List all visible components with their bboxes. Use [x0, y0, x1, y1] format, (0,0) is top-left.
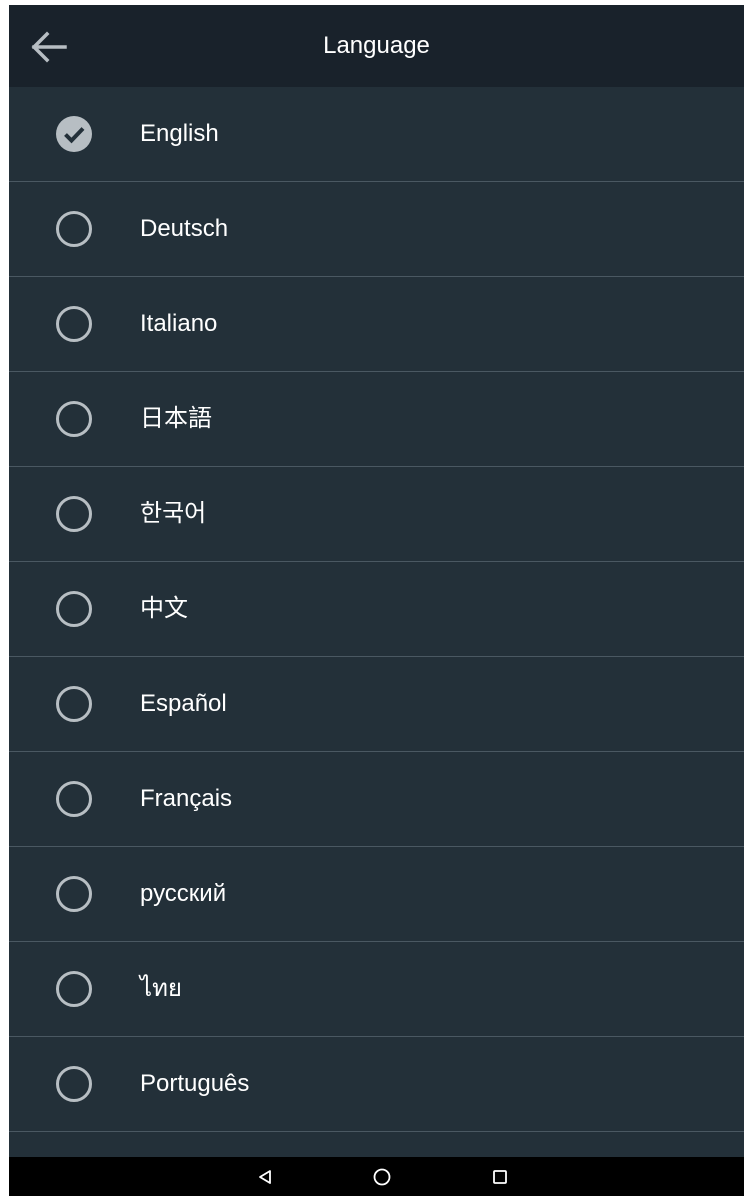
language-option[interactable]: 日本語	[9, 372, 744, 467]
radio-unchecked-icon	[55, 495, 93, 533]
system-nav-bar	[9, 1157, 744, 1196]
language-label: ไทย	[140, 975, 182, 1002]
radio-unchecked-icon	[55, 400, 93, 438]
language-option[interactable]: русский	[9, 847, 744, 942]
language-label: English	[140, 120, 219, 147]
radio-unchecked-icon	[55, 875, 93, 913]
radio-unchecked-icon	[55, 970, 93, 1008]
language-option[interactable]: Português	[9, 1037, 744, 1132]
nav-recents-button[interactable]	[483, 1161, 517, 1192]
language-label: Français	[140, 785, 233, 812]
circle-home-icon	[373, 1168, 391, 1186]
language-option[interactable]: 한국어	[9, 467, 744, 562]
triangle-back-icon	[257, 1169, 273, 1185]
language-option[interactable]: English	[9, 87, 744, 182]
language-label: Español	[140, 690, 227, 717]
language-label: русский	[140, 880, 227, 907]
radio-unchecked-icon	[55, 305, 93, 343]
language-label: 日本語	[140, 405, 212, 432]
radio-unchecked-icon	[55, 210, 93, 248]
radio-unchecked-icon	[55, 590, 93, 628]
radio-unchecked-icon	[55, 1065, 93, 1103]
radio-unchecked-icon	[55, 780, 93, 818]
language-option[interactable]: Français	[9, 752, 744, 847]
language-option-partial[interactable]	[9, 1132, 744, 1157]
arrow-left-icon	[27, 25, 71, 69]
language-list: English Deutsch Italiano 日本語 한국어 中文 Espa…	[9, 87, 744, 1157]
radio-unchecked-icon	[55, 685, 93, 723]
language-label: 한국어	[140, 500, 207, 527]
page-title: Language	[323, 32, 430, 59]
nav-back-button[interactable]	[248, 1161, 282, 1192]
language-label: Português	[140, 1070, 250, 1097]
language-option[interactable]: Deutsch	[9, 182, 744, 277]
language-screen: Language English Deutsch Italiano 日本語 한국…	[9, 5, 744, 1196]
back-button[interactable]	[27, 25, 71, 69]
language-option[interactable]: Español	[9, 657, 744, 752]
language-option[interactable]: Italiano	[9, 277, 744, 372]
language-label: Deutsch	[140, 215, 229, 242]
language-option[interactable]: 中文	[9, 562, 744, 657]
nav-home-button[interactable]	[365, 1161, 399, 1192]
language-label: 中文	[140, 595, 188, 622]
language-option[interactable]: ไทย	[9, 942, 744, 1037]
square-recents-icon	[492, 1169, 508, 1185]
radio-checked-icon	[55, 115, 93, 153]
language-label: Italiano	[140, 310, 218, 337]
app-bar: Language	[9, 5, 744, 87]
